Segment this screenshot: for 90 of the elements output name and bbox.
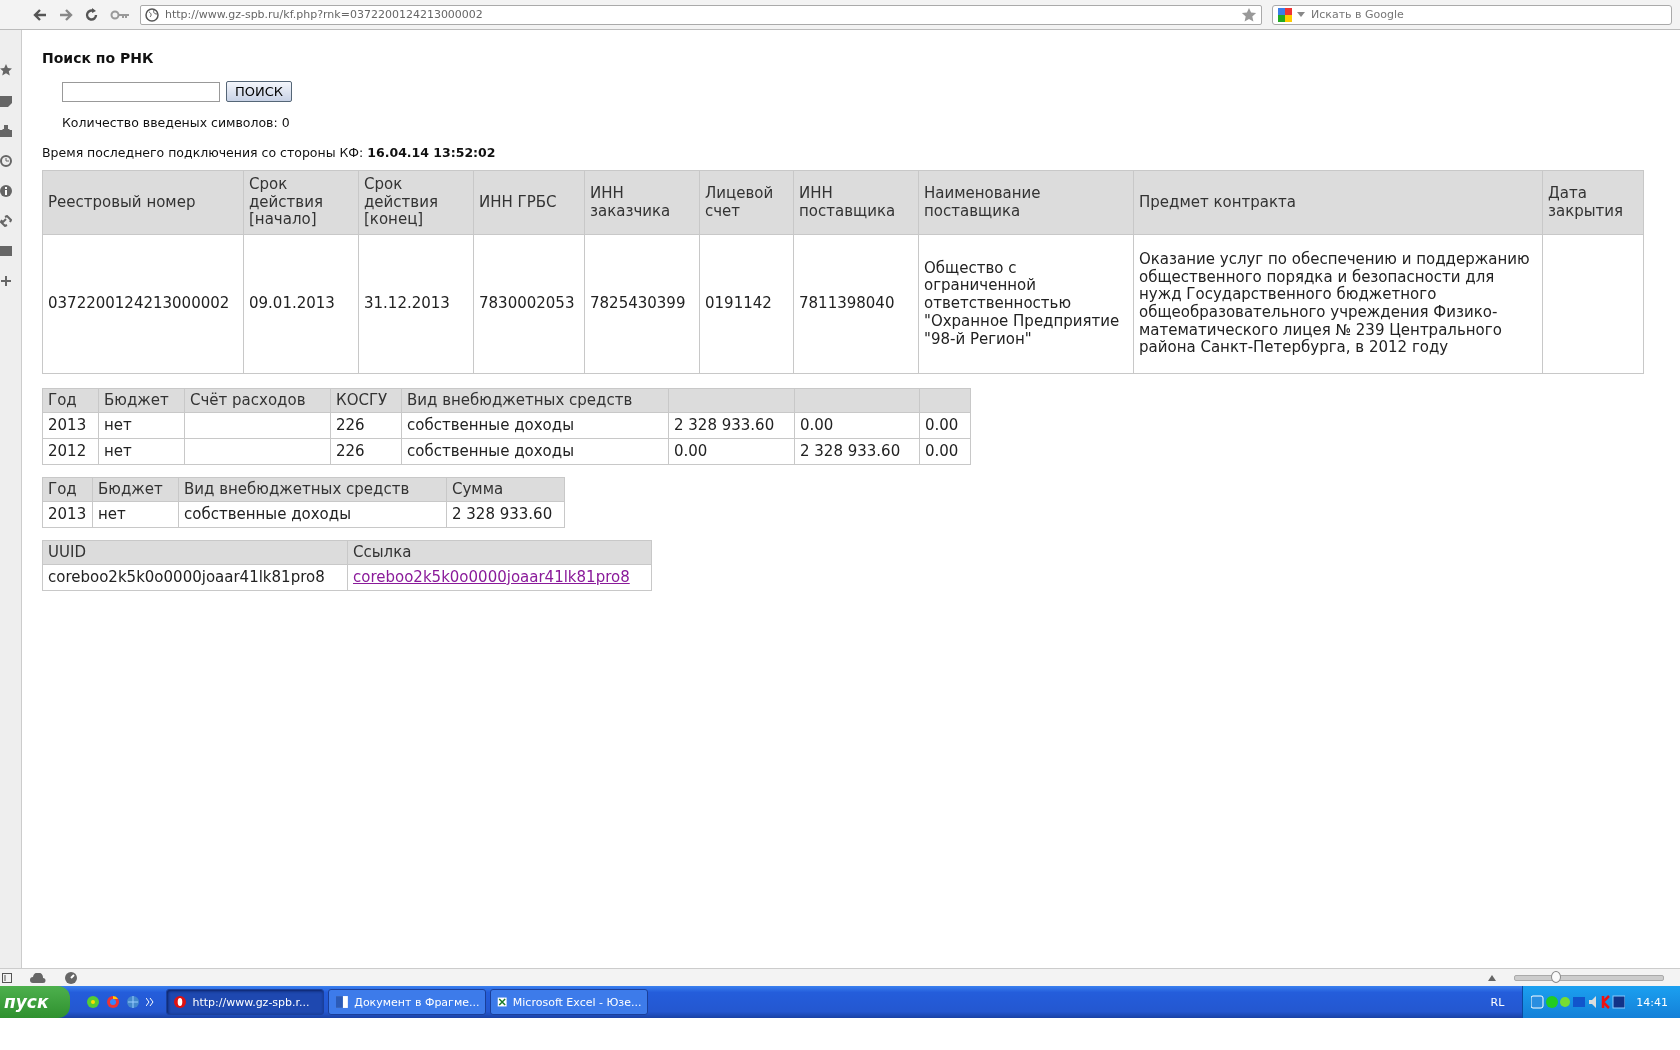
table-cell: собственные доходы	[401, 412, 669, 439]
table-cell: 226	[330, 438, 402, 465]
table-cell: 0191142	[699, 234, 794, 374]
tray-icons-drawing[interactable]	[1531, 994, 1626, 1010]
table-cell: нет	[98, 438, 185, 465]
column-header: Сумма	[446, 477, 565, 502]
table-cell: 7825430399	[584, 234, 700, 374]
search-field[interactable]: Искать в Google	[1272, 4, 1672, 25]
table-cell: собственные доходы	[178, 501, 447, 528]
table-cell: 2 328 933.60	[794, 438, 920, 465]
note-icon[interactable]	[0, 95, 12, 107]
table-cell: 0.00	[919, 412, 971, 439]
column-header: Бюджет	[98, 388, 185, 413]
column-header: Счёт расходов	[184, 388, 331, 413]
star-icon[interactable]	[0, 64, 12, 77]
rnk-input-field[interactable]	[62, 81, 220, 102]
reload-icon[interactable]	[84, 6, 100, 23]
taskbar-button[interactable]: Microsoft Excel - Юзе...	[490, 989, 649, 1015]
table-cell: 0.00	[919, 438, 971, 465]
column-header: Бюджет	[92, 477, 179, 502]
window-icon[interactable]	[0, 245, 12, 257]
globe-icon	[145, 7, 159, 22]
column-header: Вид внебюджетных средств	[401, 388, 669, 413]
cloud-icon[interactable]	[30, 972, 46, 983]
table-cell: 0372200124213000002	[42, 234, 244, 374]
table-cell: 31.12.2013	[358, 234, 474, 374]
scroll-up-icon[interactable]	[1488, 974, 1496, 981]
search-button[interactable]: ПОИСК	[226, 81, 293, 102]
column-header: ИНН поставщика	[793, 170, 919, 235]
column-header: Год	[42, 388, 99, 413]
speedometer-icon[interactable]	[64, 970, 78, 985]
table-cell: нет	[92, 501, 179, 528]
column-header: Предмет контракта	[1133, 170, 1543, 235]
url-text: http://www.gz-spb.ru/kf.php?rnk=0372200124213000002	[165, 8, 483, 21]
table-cell: 2013	[42, 501, 93, 528]
table-cell: Общество с ограниченной ответственностью "Охранное Предприятие "98-й Регион"	[918, 234, 1134, 374]
column-header: UUID	[42, 540, 348, 565]
column-header: Вид внебюджетных средств	[178, 477, 447, 502]
table-cell: Оказание услуг по обеспечению и поддержанию общественного порядка и безопасности для нужд Государственного бюджетного общеобразовательного учреждения Физико-математического лицея № 239 Центрального района Санкт-Петербурга, в 2012 году	[1133, 234, 1543, 374]
info-icon[interactable]	[0, 185, 12, 197]
bookmark-star-icon[interactable]	[1241, 6, 1257, 23]
table-cell: 2 328 933.60	[446, 501, 565, 528]
table-cell: 226	[330, 412, 402, 439]
clock-text: 14:41	[1636, 995, 1668, 1009]
forward-icon[interactable]	[58, 6, 74, 23]
table-cell: нет	[98, 412, 185, 439]
table-cell: coreboo2k5k0o0000joaar41lk81pro8	[42, 564, 348, 591]
zoom-slider[interactable]	[1514, 974, 1664, 981]
dropdown-arrow-icon[interactable]	[1297, 11, 1305, 18]
taskbar-button[interactable]: http://www.gz-spb.r...	[166, 989, 325, 1015]
column-header: Срок действия [конец]	[358, 170, 474, 235]
language-indicator[interactable]: RL	[1472, 995, 1523, 1009]
column-header: Срок действия [начало]	[243, 170, 359, 235]
table-cell: 7830002053	[473, 234, 585, 374]
table-cell: 0.00	[668, 438, 795, 465]
column-header: Дата закрытия	[1542, 170, 1644, 235]
more-chevron-icon[interactable]	[146, 998, 155, 1006]
column-header: Наименование поставщика	[918, 170, 1134, 235]
word-app-icon	[335, 995, 350, 1009]
browser-app-icon	[173, 995, 188, 1009]
char-count-text: Количество введеных символов: 0	[62, 115, 290, 130]
table-cell: 2 328 933.60	[668, 412, 795, 439]
page-title: Поиск по РНК	[42, 50, 154, 66]
back-icon[interactable]	[32, 6, 48, 23]
column-header: Ссылка	[347, 540, 652, 565]
table-cell: 2013	[42, 412, 99, 439]
panel-icon[interactable]	[2, 972, 12, 983]
last-connection-text: Время последнего подключения со стороны КФ: 16.04.14 13:52:02	[42, 145, 496, 160]
globe-icon[interactable]	[126, 995, 141, 1009]
column-header: Реестровый номер	[42, 170, 244, 235]
column-header: ИНН заказчика	[584, 170, 700, 235]
table-cell: собственные доходы	[401, 438, 669, 465]
table-cell: 0.00	[794, 412, 920, 439]
plus-icon[interactable]	[0, 275, 12, 287]
google-logo-icon[interactable]	[1277, 6, 1293, 23]
column-header: ИНН ГРБС	[473, 170, 585, 235]
column-header: Лицевой счет	[699, 170, 794, 235]
start-button[interactable]: пуск	[0, 986, 71, 1018]
flower-icon[interactable]	[86, 995, 101, 1009]
zoom-slider-thumb[interactable]	[1551, 970, 1562, 983]
circle-logo-icon[interactable]	[106, 995, 121, 1009]
excel-app-icon	[497, 995, 508, 1009]
column-header: КОСГУ	[330, 388, 402, 413]
taskbar-button[interactable]: Документ в Фрагме...	[328, 989, 487, 1015]
clock-icon[interactable]	[0, 155, 12, 167]
column-header: Год	[42, 477, 93, 502]
address-bar[interactable]: http://www.gz-spb.ru/kf.php?rnk=0372200124213000002	[140, 4, 1262, 25]
table-cell: 2012	[42, 438, 99, 465]
table-cell: 09.01.2013	[243, 234, 359, 374]
table-cell: 7811398040	[793, 234, 919, 374]
